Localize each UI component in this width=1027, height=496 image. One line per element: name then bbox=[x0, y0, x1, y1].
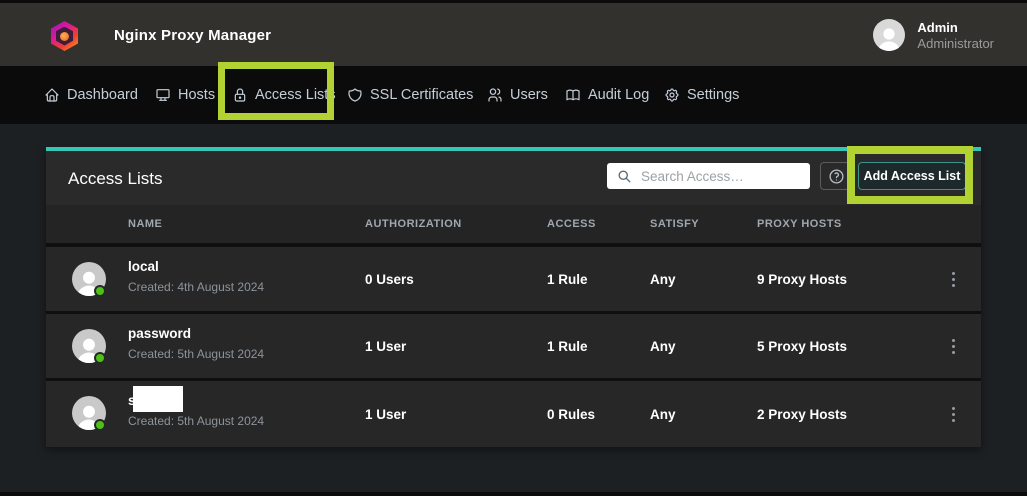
access-value: 1 Rule bbox=[547, 247, 588, 311]
proxy-hosts-value: 2 Proxy Hosts bbox=[757, 381, 847, 447]
created-date: Created: 4th August 2024 bbox=[128, 280, 264, 294]
add-access-list-button[interactable]: Add Access List bbox=[858, 162, 966, 190]
nav-item-audit-log[interactable]: Audit Log bbox=[565, 66, 649, 124]
nav-label: Users bbox=[510, 87, 548, 103]
nav-item-ssl-certificates[interactable]: SSL Certificates bbox=[347, 66, 473, 124]
nav-label: Access Lists bbox=[255, 87, 336, 103]
redaction-box bbox=[133, 386, 183, 412]
lock-icon bbox=[232, 87, 248, 103]
table-header: NAME AUTHORIZATION ACCESS SATISFY PROXY … bbox=[46, 205, 981, 243]
status-online-dot bbox=[94, 419, 106, 431]
table-row[interactable]: sn Created: 5th August 2024 1 User 0 Rul… bbox=[46, 381, 981, 447]
app-logo-icon bbox=[51, 21, 78, 51]
app-window: Nginx Proxy Manager Admin Administrator … bbox=[0, 0, 1027, 496]
nav-label: Audit Log bbox=[588, 87, 649, 103]
search-box bbox=[607, 163, 810, 189]
home-icon bbox=[44, 87, 60, 103]
access-value: 0 Rules bbox=[547, 381, 595, 447]
book-icon bbox=[565, 87, 581, 103]
table-row[interactable]: local Created: 4th August 2024 0 Users 1… bbox=[46, 247, 981, 311]
users-icon bbox=[487, 87, 503, 103]
gear-icon bbox=[664, 87, 680, 103]
app-title: Nginx Proxy Manager bbox=[114, 27, 271, 44]
row-actions-menu-icon[interactable] bbox=[939, 314, 967, 378]
monitor-icon bbox=[155, 87, 171, 103]
row-actions-menu-icon[interactable] bbox=[939, 247, 967, 311]
shield-icon bbox=[347, 87, 363, 103]
nav-item-dashboard[interactable]: Dashboard bbox=[44, 66, 138, 124]
proxy-hosts-value: 9 Proxy Hosts bbox=[757, 247, 847, 311]
created-date: Created: 5th August 2024 bbox=[128, 347, 264, 361]
page-title: Access Lists bbox=[68, 169, 162, 189]
column-header-authorization: AUTHORIZATION bbox=[365, 205, 462, 243]
user-menu[interactable]: Admin Administrator bbox=[873, 19, 994, 52]
help-icon bbox=[828, 168, 845, 185]
satisfy-value: Any bbox=[650, 381, 676, 447]
search-input[interactable] bbox=[641, 169, 801, 184]
status-online-dot bbox=[94, 285, 106, 297]
row-actions-menu-icon[interactable] bbox=[939, 381, 967, 447]
column-header-satisfy: SATISFY bbox=[650, 205, 699, 243]
satisfy-value: Any bbox=[650, 247, 676, 311]
column-header-proxy-hosts: PROXY HOSTS bbox=[757, 205, 842, 243]
user-name: Admin bbox=[917, 19, 994, 36]
authorization-value: 0 Users bbox=[365, 247, 414, 311]
main-nav: Dashboard Hosts Access Lists SSL Certifi… bbox=[0, 66, 1027, 124]
access-lists-panel: Access Lists Add Access List bbox=[46, 147, 981, 447]
person-icon bbox=[873, 22, 905, 51]
access-list-name[interactable]: password bbox=[128, 326, 191, 341]
proxy-hosts-value: 5 Proxy Hosts bbox=[757, 314, 847, 378]
user-role: Administrator bbox=[917, 36, 994, 52]
authorization-value: 1 User bbox=[365, 314, 406, 378]
app-header: Nginx Proxy Manager Admin Administrator bbox=[0, 3, 1027, 66]
nav-item-users[interactable]: Users bbox=[487, 66, 548, 124]
created-date: Created: 5th August 2024 bbox=[128, 414, 264, 428]
satisfy-value: Any bbox=[650, 314, 676, 378]
nav-item-settings[interactable]: Settings bbox=[664, 66, 739, 124]
nav-label: SSL Certificates bbox=[370, 87, 473, 103]
access-list-name[interactable]: local bbox=[128, 259, 159, 274]
nav-item-access-lists[interactable]: Access Lists bbox=[232, 66, 336, 124]
page-content: Access Lists Add Access List bbox=[0, 124, 1027, 492]
authorization-value: 1 User bbox=[365, 381, 406, 447]
nav-label: Settings bbox=[687, 87, 739, 103]
column-header-access: ACCESS bbox=[547, 205, 596, 243]
search-icon bbox=[617, 169, 632, 184]
column-header-name: NAME bbox=[128, 205, 162, 243]
help-button[interactable] bbox=[820, 162, 853, 190]
status-online-dot bbox=[94, 352, 106, 364]
table-row[interactable]: password Created: 5th August 2024 1 User… bbox=[46, 314, 981, 378]
user-avatar[interactable] bbox=[873, 19, 905, 51]
access-value: 1 Rule bbox=[547, 314, 588, 378]
nav-label: Dashboard bbox=[67, 87, 138, 103]
nav-label: Hosts bbox=[178, 87, 215, 103]
panel-header: Access Lists Add Access List bbox=[46, 151, 981, 205]
nav-item-hosts[interactable]: Hosts bbox=[155, 66, 215, 124]
